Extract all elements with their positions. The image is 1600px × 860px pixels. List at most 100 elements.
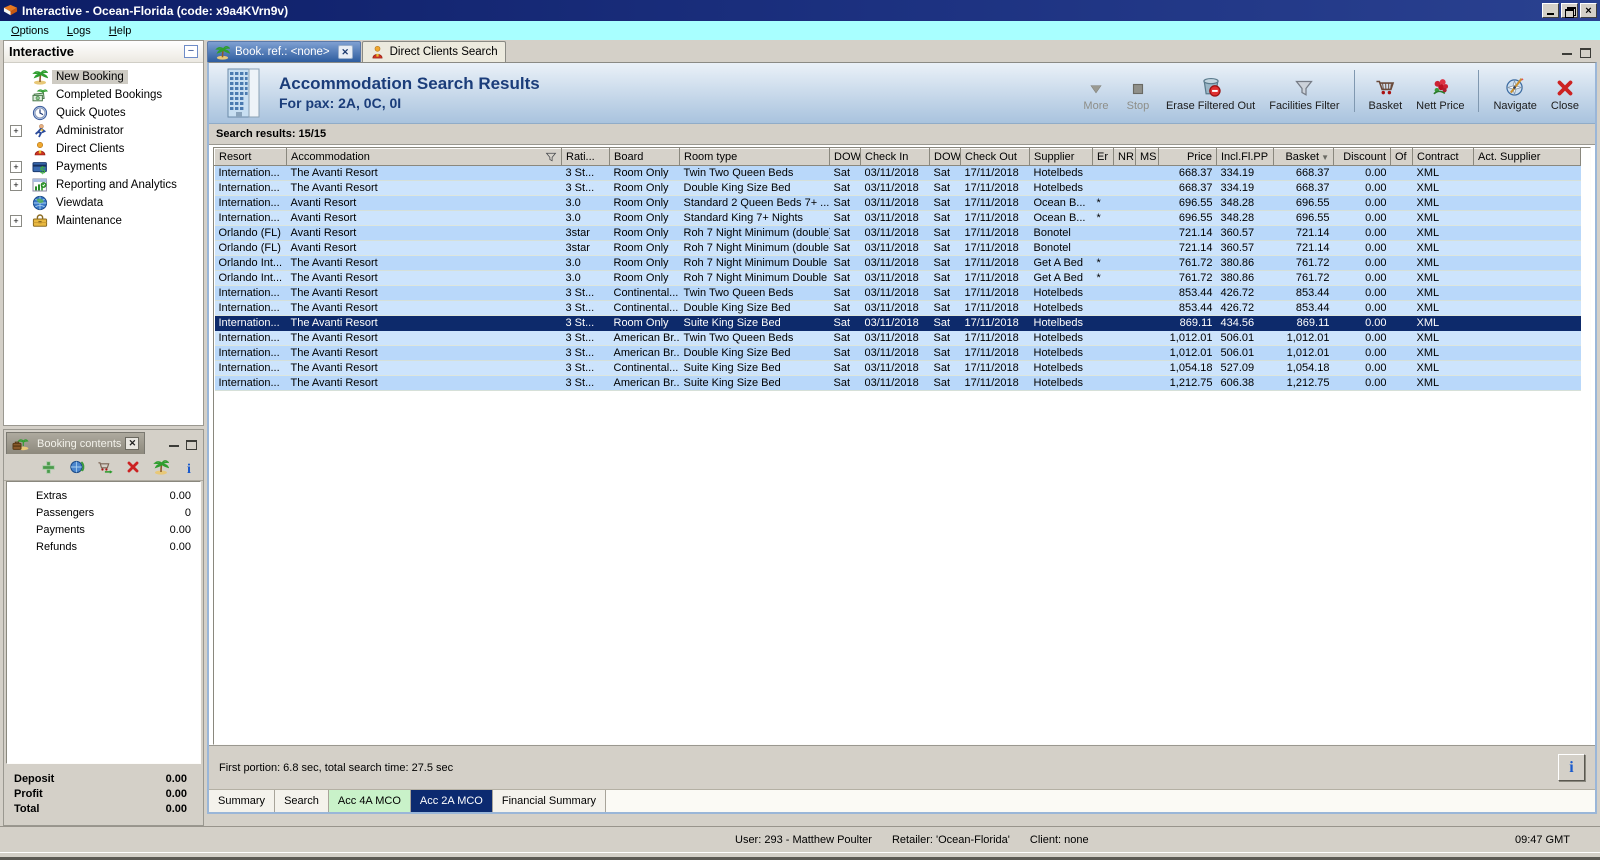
table-cell [1390, 315, 1413, 331]
bottom-tab-summary[interactable]: Summary [209, 790, 276, 812]
close-window-button[interactable]: × [1580, 3, 1597, 18]
svg-text:$: $ [39, 166, 45, 175]
table-row[interactable]: Orlando Int... The Avanti Resort 3.0 Room O… [214, 255, 1581, 271]
sidebar-item-direct-clients[interactable]: Direct Clients [4, 140, 203, 158]
booking-contents-tab[interactable]: Booking contents ✕ [6, 432, 146, 454]
minimize-pane-icon[interactable] [169, 444, 179, 447]
sidebar-item-reporting-and-analytics[interactable]: + Reporting and Analytics [4, 176, 203, 194]
toolbar-separator [1478, 69, 1480, 112]
red-x-icon[interactable] [125, 459, 141, 475]
menu-options[interactable]: Options [2, 23, 58, 39]
table-cell [1113, 255, 1136, 271]
table-row[interactable]: Orlando (FL) Avanti Resort 3star Room Only R… [214, 225, 1581, 241]
tree-expander-icon[interactable]: + [10, 161, 22, 173]
maximize-pane-icon[interactable] [186, 440, 197, 450]
column-header-discount[interactable]: Discount [1333, 148, 1391, 166]
facilities-filter-button[interactable]: Facilities Filter [1265, 78, 1343, 112]
results-toolbar: More Stop Erase Filtered Out Facilities Fil… [1078, 69, 1583, 117]
tab-book-ref-none-[interactable]: Book. ref.: <none> ✕ [207, 41, 361, 62]
column-header-dow[interactable]: DOW [929, 148, 961, 166]
table-cell [1135, 255, 1159, 271]
menu-logs[interactable]: Logs [58, 23, 100, 39]
sidebar-item-completed-bookings[interactable]: Completed Bookings [4, 86, 203, 104]
plus-icon[interactable] [41, 459, 57, 475]
sidebar-item-new-booking[interactable]: New Booking [4, 68, 203, 86]
column-header-basket[interactable]: Basket ▼ [1273, 148, 1334, 166]
palm-tree-icon[interactable] [152, 459, 169, 475]
column-header-price[interactable]: Price [1158, 148, 1217, 166]
column-header-check-out[interactable]: Check Out [960, 148, 1030, 166]
column-header-supplier[interactable]: Supplier [1029, 148, 1093, 166]
stop-button: Stop [1120, 78, 1156, 112]
bottom-tab-search[interactable]: Search [275, 790, 329, 812]
column-header-room-type[interactable]: Room type [679, 148, 830, 166]
column-header-act-supplier[interactable]: Act. Supplier [1473, 148, 1581, 166]
table-cell: Twin Two Queen Beds [679, 330, 830, 346]
table-row[interactable]: Internation... Avanti Resort 3.0 Room Only S… [214, 195, 1581, 211]
table-row[interactable]: Internation... The Avanti Resort 3 St... Co… [214, 285, 1581, 301]
sidebar-item-quick-quotes[interactable]: Quick Quotes [4, 104, 203, 122]
table-row[interactable]: Internation... The Avanti Resort 3 St... Co… [214, 300, 1581, 316]
column-header-resort[interactable]: Resort [214, 148, 287, 166]
close-button[interactable]: Close [1547, 78, 1583, 112]
collapse-panel-button[interactable]: − [184, 45, 198, 58]
filter-funnel-icon[interactable] [545, 151, 557, 163]
close-tab-icon[interactable]: ✕ [337, 45, 353, 59]
sidebar-item-maintenance[interactable]: + Maintenance [4, 212, 203, 230]
column-header-rati-[interactable]: Rati... [561, 148, 610, 166]
table-row[interactable]: Orlando Int... The Avanti Resort 3.0 Room O… [214, 270, 1581, 286]
table-cell: 17/11/2018 [960, 165, 1030, 181]
table-row[interactable]: Internation... The Avanti Resort 3 St... Ro… [214, 165, 1581, 181]
minimize-button[interactable] [1542, 3, 1559, 18]
table-cell [1473, 285, 1581, 301]
navigate-button[interactable]: Navigate [1489, 77, 1540, 112]
column-header-dow[interactable]: DOW [829, 148, 861, 166]
column-header-accommodation[interactable]: Accommodation [286, 148, 562, 166]
table-row[interactable]: Internation... The Avanti Resort 3 St... Ro… [214, 180, 1581, 196]
maximize-view-icon[interactable] [1580, 48, 1591, 58]
table-cell: Hotelbeds [1029, 315, 1093, 331]
table-cell [1135, 300, 1159, 316]
table-cell [1390, 285, 1413, 301]
erase-filtered-out-button[interactable]: Erase Filtered Out [1162, 77, 1259, 112]
table-row[interactable]: Internation... The Avanti Resort 3 St... Am… [214, 375, 1581, 391]
nett-price-button[interactable]: Nett Price [1412, 78, 1468, 112]
restore-button[interactable] [1561, 3, 1578, 18]
sidebar-item-viewdata[interactable]: Viewdata [4, 194, 203, 212]
bottom-tab-acc-2a-mco[interactable]: Acc 2A MCO [410, 790, 493, 812]
table-row[interactable]: Internation... The Avanti Resort 3 St... Co… [214, 360, 1581, 376]
bottom-tab-acc-4a-mco[interactable]: Acc 4A MCO [328, 790, 411, 812]
globe-refresh-icon[interactable] [69, 459, 85, 475]
table-row[interactable]: Internation... Avanti Resort 3.0 Room Only S… [214, 210, 1581, 226]
table-cell: 0.00 [1333, 240, 1391, 256]
tree-expander-icon[interactable]: + [10, 179, 22, 191]
bottom-tab-financial-summary[interactable]: Financial Summary [492, 790, 606, 812]
column-header-incl-fl-pp[interactable]: Incl.Fl.PP [1216, 148, 1274, 166]
table-row[interactable]: Orlando (FL) Avanti Resort 3star Room Only R… [214, 240, 1581, 256]
sidebar-item-payments[interactable]: + $ Payments [4, 158, 203, 176]
column-header-nr[interactable]: NR [1113, 148, 1136, 166]
cart-arrow-icon[interactable] [97, 459, 113, 475]
minimize-view-icon[interactable] [1562, 52, 1572, 55]
column-header-er[interactable]: Er [1092, 148, 1114, 166]
toolbar-button-label: More [1083, 99, 1109, 112]
column-header-check-in[interactable]: Check In [860, 148, 930, 166]
column-header-ms[interactable]: MS [1135, 148, 1159, 166]
table-row[interactable]: Internation... The Avanti Resort 3 St... Am… [214, 345, 1581, 361]
tree-expander-icon[interactable]: + [10, 215, 22, 227]
close-booking-contents-icon[interactable]: ✕ [125, 437, 140, 450]
menu-help[interactable]: Help [100, 23, 141, 39]
basket-button[interactable]: Basket [1365, 78, 1407, 112]
column-header-of[interactable]: Of [1390, 148, 1413, 166]
table-cell [1135, 240, 1159, 256]
info-icon[interactable]: i [181, 459, 197, 475]
column-header-board[interactable]: Board [609, 148, 680, 166]
sidebar-item-administrator[interactable]: + Administrator [4, 122, 203, 140]
column-header-contract[interactable]: Contract [1412, 148, 1474, 166]
tree-expander-icon[interactable]: + [10, 125, 22, 137]
table-cell: XML [1412, 165, 1474, 181]
tab-direct-clients-search[interactable]: Direct Clients Search [361, 41, 506, 62]
info-button[interactable]: i [1558, 754, 1585, 781]
table-row[interactable]: Internation... The Avanti Resort 3 St... Ro… [214, 315, 1581, 331]
table-row[interactable]: Internation... The Avanti Resort 3 St... Am… [214, 330, 1581, 346]
